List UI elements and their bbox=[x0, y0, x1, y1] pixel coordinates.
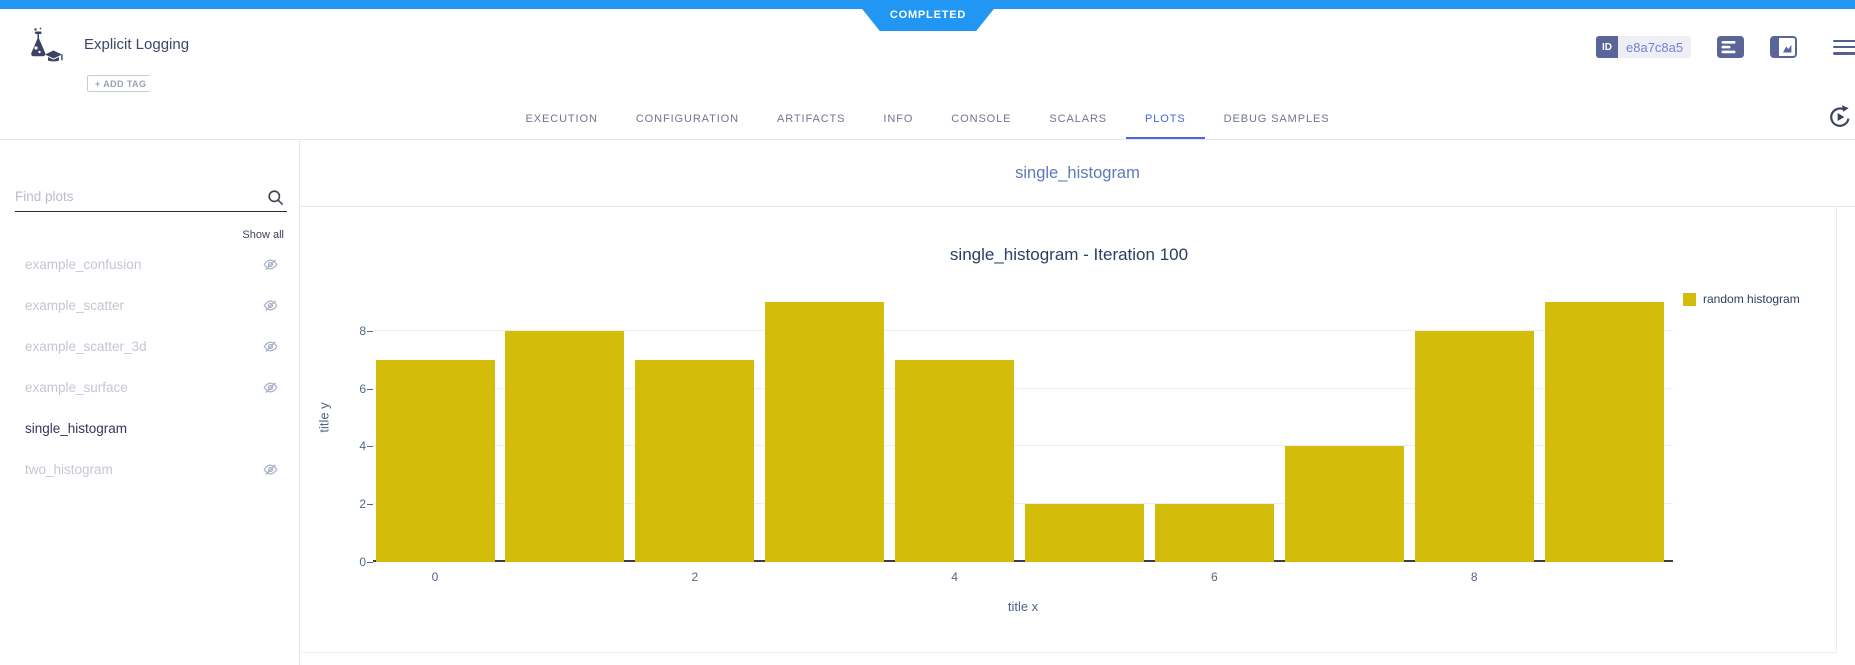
tab-debug-samples[interactable]: DEBUG SAMPLES bbox=[1205, 100, 1349, 139]
histogram-bar[interactable] bbox=[1025, 504, 1144, 562]
y-tick-label: 0 bbox=[359, 555, 366, 569]
x-tick-label: 8 bbox=[1470, 570, 1478, 584]
y-tick-mark bbox=[367, 388, 373, 390]
legend-label: random histogram bbox=[1703, 292, 1800, 306]
plot-list-item[interactable]: example_confusion bbox=[0, 244, 300, 285]
x-tick-label: 0 bbox=[431, 570, 439, 584]
legend-swatch bbox=[1683, 293, 1696, 306]
plot-group-title: single_histogram bbox=[300, 140, 1855, 207]
plots-sidebar: Show all example_confusion example_scatte… bbox=[0, 140, 300, 665]
plot-list-item[interactable]: single_histogram bbox=[0, 408, 300, 449]
plot-item-label: example_scatter bbox=[25, 298, 125, 313]
plot-list: example_confusion example_scatter example_… bbox=[0, 244, 300, 490]
tab-bar: EXECUTION CONFIGURATION ARTIFACTS INFO CONSO… bbox=[0, 100, 1855, 140]
show-all-link[interactable]: Show all bbox=[242, 229, 284, 241]
y-tick-mark bbox=[367, 446, 373, 448]
tab-execution[interactable]: EXECUTION bbox=[507, 100, 617, 139]
tab-artifacts[interactable]: ARTIFACTS bbox=[758, 100, 864, 139]
x-tick-label: 4 bbox=[951, 570, 958, 584]
tab-plots[interactable]: PLOTS bbox=[1126, 100, 1205, 139]
x-tick-label: 2 bbox=[691, 570, 699, 584]
experiment-id-chip[interactable]: ID e8a7c8a5 bbox=[1596, 36, 1692, 59]
y-tick-mark bbox=[367, 330, 373, 332]
y-tick-label: 8 bbox=[359, 323, 366, 338]
plot-item-label: two_histogram bbox=[25, 462, 113, 477]
id-badge: ID bbox=[1596, 36, 1618, 59]
x-tick-label: 6 bbox=[1211, 570, 1218, 584]
tab-info[interactable]: INFO bbox=[864, 100, 932, 139]
histogram-bar[interactable] bbox=[765, 301, 885, 562]
y-tick-mark bbox=[367, 562, 373, 563]
visibility-off-icon[interactable] bbox=[263, 257, 278, 272]
chart-title: single_histogram - Iteration 100 bbox=[949, 245, 1189, 264]
histogram-bar[interactable] bbox=[1544, 301, 1664, 562]
y-tick-label: 4 bbox=[359, 439, 366, 454]
tab-console[interactable]: CONSOLE bbox=[932, 100, 1030, 139]
y-tick-label: 2 bbox=[359, 497, 366, 512]
experiment-title: Explicit Logging bbox=[84, 36, 190, 53]
plot-item-label: example_surface bbox=[25, 380, 128, 395]
plot-item-label: example_scatter_3d bbox=[25, 339, 147, 354]
plot-card: single_histogram - Iteration 100 title y… bbox=[302, 207, 1837, 653]
histogram-bar[interactable] bbox=[1414, 330, 1534, 562]
details-icon[interactable] bbox=[1717, 36, 1745, 59]
search-icon bbox=[266, 188, 285, 212]
experiment-icon bbox=[23, 27, 65, 70]
auto-refresh-icon[interactable] bbox=[1827, 104, 1853, 130]
plot-list-item[interactable]: example_scatter_3d bbox=[0, 326, 300, 367]
plot-item-label: example_confusion bbox=[25, 257, 142, 272]
histogram-bar[interactable] bbox=[895, 359, 1015, 562]
histogram-bar[interactable] bbox=[375, 359, 495, 562]
histogram-bar[interactable] bbox=[505, 330, 625, 562]
plot-area bbox=[373, 273, 1673, 562]
plot-list-item[interactable]: example_scatter bbox=[0, 285, 300, 326]
visibility-off-icon[interactable] bbox=[263, 380, 278, 395]
plot-item-label: single_histogram bbox=[25, 421, 128, 436]
visibility-off-icon[interactable] bbox=[263, 339, 278, 354]
side-panel-icon[interactable] bbox=[1770, 36, 1798, 59]
status-badge: COMPLETED bbox=[855, 0, 1001, 31]
search-input[interactable] bbox=[15, 185, 287, 212]
tab-configuration[interactable]: CONFIGURATION bbox=[617, 100, 758, 139]
histogram-bar[interactable] bbox=[1154, 504, 1274, 562]
histogram-bar[interactable] bbox=[1284, 446, 1404, 562]
tabs: EXECUTION CONFIGURATION ARTIFACTS INFO CONSO… bbox=[507, 100, 1349, 139]
legend-item[interactable]: random histogram bbox=[1683, 292, 1800, 306]
y-tick-label: 6 bbox=[359, 381, 366, 396]
menu-icon[interactable] bbox=[1833, 36, 1855, 58]
plot-list-item[interactable]: example_surface bbox=[0, 367, 300, 408]
plots-panel: single_histogram single_histogram - Iter… bbox=[300, 140, 1855, 665]
x-axis-title: title x bbox=[1007, 599, 1039, 614]
y-tick-mark bbox=[367, 504, 373, 506]
visibility-off-icon[interactable] bbox=[263, 462, 278, 477]
tab-scalars[interactable]: SCALARS bbox=[1030, 100, 1126, 139]
histogram-bar[interactable] bbox=[635, 359, 755, 562]
id-value: e8a7c8a5 bbox=[1618, 36, 1692, 59]
add-tag-button[interactable]: + ADD TAG bbox=[87, 75, 151, 92]
plot-list-item[interactable]: two_histogram bbox=[0, 449, 300, 490]
visibility-off-icon[interactable] bbox=[263, 298, 278, 313]
